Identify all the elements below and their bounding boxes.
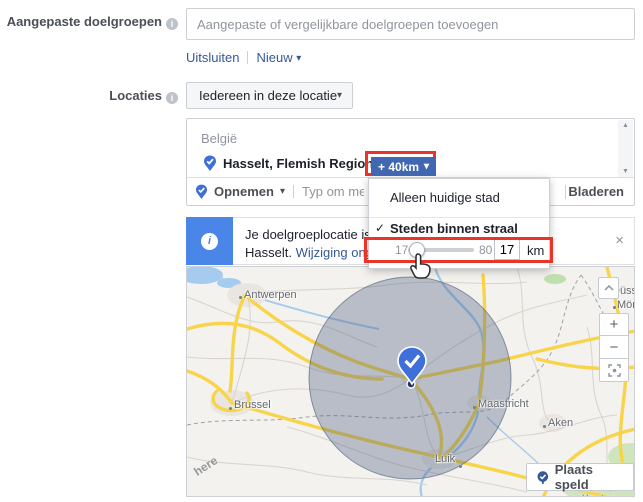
check-icon: ✓ <box>375 221 385 235</box>
custom-audiences-label: Aangepaste doelgroepen i <box>0 14 178 30</box>
location-pin-icon <box>195 184 208 200</box>
map-label-aken: Aken <box>548 417 573 429</box>
annotation-rectangle-radius-button: + 40km ▾ <box>365 151 436 176</box>
map-label-brussel: Brussel <box>234 399 271 411</box>
chevron-up-icon <box>604 285 614 291</box>
country-group-label: België <box>201 131 237 146</box>
include-dropdown[interactable]: Opnemen <box>214 184 274 199</box>
caret-down-icon[interactable]: ▾ <box>280 186 285 197</box>
new-link-label: Nieuw <box>256 50 292 65</box>
custom-audiences-input[interactable] <box>186 8 635 40</box>
radius-value-input[interactable] <box>494 239 520 260</box>
exclude-link[interactable]: Uitsluiten <box>186 50 239 65</box>
caret-down-icon: ▾ <box>296 53 301 64</box>
info-banner-text: Je doelgroeplocatie is Hasselt. Wijzigin… <box>245 226 373 262</box>
location-search-input[interactable] <box>302 182 364 202</box>
map-collapse-control[interactable] <box>598 277 619 299</box>
audience-location-type-value: Iedereen in deze locatie <box>199 88 337 103</box>
map-label-monchengladbach: Mön <box>617 299 635 311</box>
minus-icon: − <box>610 340 619 355</box>
locations-label-text: Locaties <box>109 88 162 103</box>
custom-audiences-label-text: Aangepaste doelgroepen <box>7 14 162 29</box>
divider <box>293 185 294 198</box>
slider-min-label: 17 <box>395 243 408 257</box>
audience-links-row: Uitsluiten Nieuw ▾ <box>186 50 301 65</box>
menu-divider <box>369 217 549 218</box>
recenter-icon <box>608 364 621 377</box>
info-banner-line1: Je doelgroeplocatie is <box>245 227 371 242</box>
selected-location-row[interactable]: Hasselt, Flemish Region <box>203 155 373 172</box>
city-dot <box>613 306 616 309</box>
menu-item-cities-within-radius[interactable]: Steden binnen straal <box>390 221 518 236</box>
scroll-down-icon[interactable]: ▼ <box>622 168 629 176</box>
pin-check-icon <box>536 470 550 485</box>
plus-icon: + <box>610 317 619 332</box>
close-icon[interactable]: × <box>615 232 624 249</box>
city-dot <box>543 425 546 428</box>
city-dot <box>459 465 462 468</box>
map-label-luik: Luik <box>435 453 455 465</box>
place-pin-button[interactable]: Plaats speld <box>526 463 634 491</box>
map-canvas[interactable]: Antwerpen Düss Mön Brussel Maastricht Ak… <box>186 266 635 497</box>
radius-button-label: + 40km <box>378 160 419 174</box>
list-scrollbar[interactable]: ▲ ▼ <box>618 120 633 178</box>
scroll-up-icon[interactable]: ▲ <box>622 122 629 130</box>
info-banner-line2: Hasselt. <box>245 245 292 260</box>
caret-down-icon: ▾ <box>337 90 342 101</box>
radius-unit-label: km <box>527 243 544 258</box>
radius-button[interactable]: + 40km ▾ <box>371 157 436 176</box>
info-icon: i <box>201 233 218 250</box>
city-dot <box>473 406 476 409</box>
selected-location-name: Hasselt, Flemish Region <box>223 156 373 171</box>
menu-item-current-city-only[interactable]: Alleen huidige stad <box>369 179 549 216</box>
city-dot <box>239 296 242 299</box>
map-label-maastricht: Maastricht <box>478 398 529 410</box>
divider <box>565 185 566 199</box>
place-pin-label: Plaats speld <box>555 462 624 492</box>
city-dot <box>229 407 232 410</box>
info-banner-icon-box: i <box>186 217 233 265</box>
caret-down-icon: ▾ <box>424 161 429 172</box>
zoom-out-button[interactable]: − <box>599 336 629 359</box>
undo-change-link[interactable]: Wijziging ong <box>296 245 373 260</box>
locations-label: Locaties i <box>0 88 178 104</box>
location-pin-icon <box>203 155 217 172</box>
hand-cursor-icon <box>409 252 433 280</box>
info-icon[interactable]: i <box>166 18 178 30</box>
map-label-antwerpen: Antwerpen <box>244 289 297 301</box>
divider <box>247 51 248 64</box>
zoom-in-button[interactable]: + <box>599 313 629 336</box>
audience-location-type-dropdown[interactable]: Iedereen in deze locatie ▾ <box>186 82 353 109</box>
recenter-button[interactable] <box>599 359 629 382</box>
slider-max-label: 80 <box>479 243 492 257</box>
browse-link[interactable]: Bladeren <box>568 184 624 199</box>
info-icon[interactable]: i <box>166 92 178 104</box>
new-link[interactable]: Nieuw ▾ <box>256 50 301 65</box>
